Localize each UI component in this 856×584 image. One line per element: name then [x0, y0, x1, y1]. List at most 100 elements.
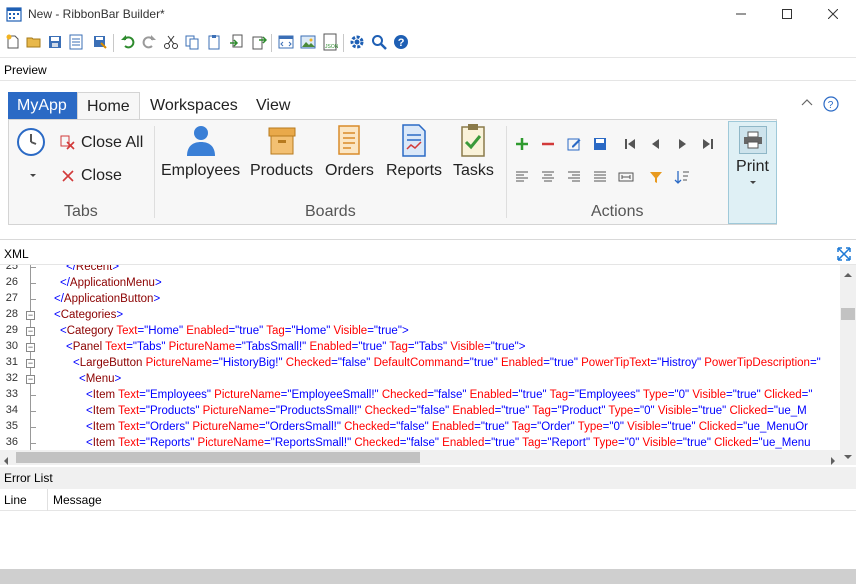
error-list-header: Error List: [0, 467, 856, 489]
sort-icon[interactable]: [673, 168, 691, 186]
copy-icon[interactable]: [182, 32, 202, 52]
edit-icon[interactable]: [565, 135, 583, 153]
import-icon[interactable]: [227, 32, 247, 52]
save-as-icon[interactable]: [66, 32, 86, 52]
align-right-icon[interactable]: [565, 168, 583, 186]
fold-toggle-icon[interactable]: −: [26, 343, 35, 352]
vertical-scroll-thumb[interactable]: [841, 308, 855, 320]
products-button[interactable]: Products: [250, 122, 313, 188]
paste-icon[interactable]: [204, 32, 224, 52]
export-icon[interactable]: [249, 32, 269, 52]
scroll-right-icon[interactable]: [830, 454, 836, 465]
image-icon[interactable]: [298, 32, 318, 52]
reports-button[interactable]: Reports: [386, 122, 442, 188]
fold-toggle-icon[interactable]: −: [26, 359, 35, 368]
close-all-button[interactable]: Close All: [59, 134, 143, 152]
column-header-line[interactable]: Line: [4, 493, 27, 507]
employees-button[interactable]: Employees: [161, 122, 240, 188]
xml-attribute-name: Enabled: [428, 421, 475, 433]
fold-toggle-icon[interactable]: −: [26, 311, 35, 320]
line-number: 33: [5, 388, 18, 400]
justify-icon[interactable]: [591, 168, 609, 186]
tab-myapp[interactable]: MyApp: [8, 92, 77, 119]
new-icon[interactable]: [3, 32, 23, 52]
history-dropdown-icon[interactable]: [29, 168, 37, 182]
products-icon: [268, 127, 296, 155]
json-icon[interactable]: JSON: [320, 32, 340, 52]
redo-icon[interactable]: [139, 32, 159, 52]
fit-width-icon[interactable]: [617, 168, 635, 186]
horizontal-scroll-thumb[interactable]: [16, 452, 420, 463]
minimize-button[interactable]: [718, 0, 764, 28]
save-all-icon[interactable]: [90, 32, 110, 52]
code-view-icon[interactable]: [276, 32, 296, 52]
xml-attribute-name: PictureName: [142, 357, 213, 369]
products-label: Products: [250, 162, 314, 179]
xml-tag-name: Menu: [85, 373, 115, 385]
scroll-left-icon[interactable]: [3, 454, 9, 465]
ribbon-help-icon[interactable]: ?: [823, 96, 839, 115]
xml-punctuation: >: [518, 341, 526, 353]
help-icon[interactable]: ?: [391, 32, 411, 52]
tasks-label: Tasks: [453, 162, 494, 179]
xml-attribute-value: true: [554, 357, 574, 369]
xml-punctuation: =": [736, 421, 748, 433]
maximize-button[interactable]: [764, 0, 810, 28]
search-icon[interactable]: [369, 32, 389, 52]
first-record-icon[interactable]: [621, 135, 639, 153]
collapse-ribbon-icon[interactable]: [801, 96, 813, 110]
history-large-button[interactable]: [15, 126, 47, 161]
cut-icon[interactable]: [161, 32, 181, 52]
fold-toggle-icon[interactable]: −: [26, 375, 35, 384]
xml-attribute-name: Tag: [263, 325, 285, 337]
orders-button[interactable]: Orders: [325, 122, 374, 188]
xml-punctuation: =": [367, 325, 379, 337]
xml-punctuation: <: [54, 309, 61, 321]
align-left-icon[interactable]: [513, 168, 531, 186]
save-icon[interactable]: [45, 32, 65, 52]
xml-attribute-name: Clicked: [695, 421, 737, 433]
add-icon[interactable]: [513, 135, 531, 153]
xml-attribute-value: false: [438, 389, 463, 401]
fold-toggle-icon[interactable]: −: [26, 327, 35, 336]
open-icon[interactable]: [24, 32, 44, 52]
filter-icon[interactable]: [647, 168, 665, 186]
xml-punctuation: >: [114, 373, 122, 385]
close-all-label: Close All: [81, 134, 144, 151]
align-center-icon[interactable]: [539, 168, 557, 186]
xml-punctuation: =": [139, 421, 150, 433]
settings-icon[interactable]: [347, 32, 367, 52]
last-record-icon[interactable]: [699, 135, 717, 153]
code-line: </ApplicationButton>: [54, 291, 160, 307]
horizontal-scrollbar[interactable]: [0, 450, 840, 465]
tasks-button[interactable]: Tasks: [453, 122, 494, 188]
xml-editor[interactable]: 25 26 27 28−29−30−31−32−33 34 35 36 </Recent> <…: [0, 265, 856, 465]
tab-home[interactable]: Home: [77, 92, 140, 120]
line-number: 34: [5, 404, 18, 416]
scroll-up-icon[interactable]: [844, 267, 852, 281]
tab-workspaces[interactable]: Workspaces: [141, 92, 247, 119]
next-record-icon[interactable]: [673, 135, 691, 153]
close-button[interactable]: Close: [59, 167, 122, 185]
line-number: 35: [5, 420, 18, 432]
column-header-message[interactable]: Message: [53, 493, 102, 507]
group-label-actions: Actions: [591, 203, 644, 220]
xml-punctuation: </: [60, 277, 70, 289]
xml-attribute-name: Text: [113, 325, 138, 337]
xml-punctuation: =": [667, 389, 679, 401]
print-button[interactable]: Print: [728, 121, 777, 224]
xml-punctuation: =": [284, 325, 296, 337]
xml-attribute-name: Enabled: [497, 357, 544, 369]
tab-view[interactable]: View: [247, 92, 299, 119]
undo-icon[interactable]: [118, 32, 138, 52]
xml-tag-name: ApplicationMenu: [69, 277, 155, 289]
close-window-button[interactable]: [810, 0, 856, 28]
save-record-icon[interactable]: [591, 135, 609, 153]
code-area[interactable]: </Recent> </ApplicationMenu > </Application…: [48, 265, 841, 450]
previous-record-icon[interactable]: [647, 135, 665, 153]
remove-icon[interactable]: [539, 135, 557, 153]
vertical-scrollbar[interactable]: [840, 265, 856, 450]
xml-punctuation: =": [484, 437, 496, 449]
code-line: </Recent>: [66, 265, 119, 275]
xml-attribute-value: Order: [541, 421, 571, 433]
